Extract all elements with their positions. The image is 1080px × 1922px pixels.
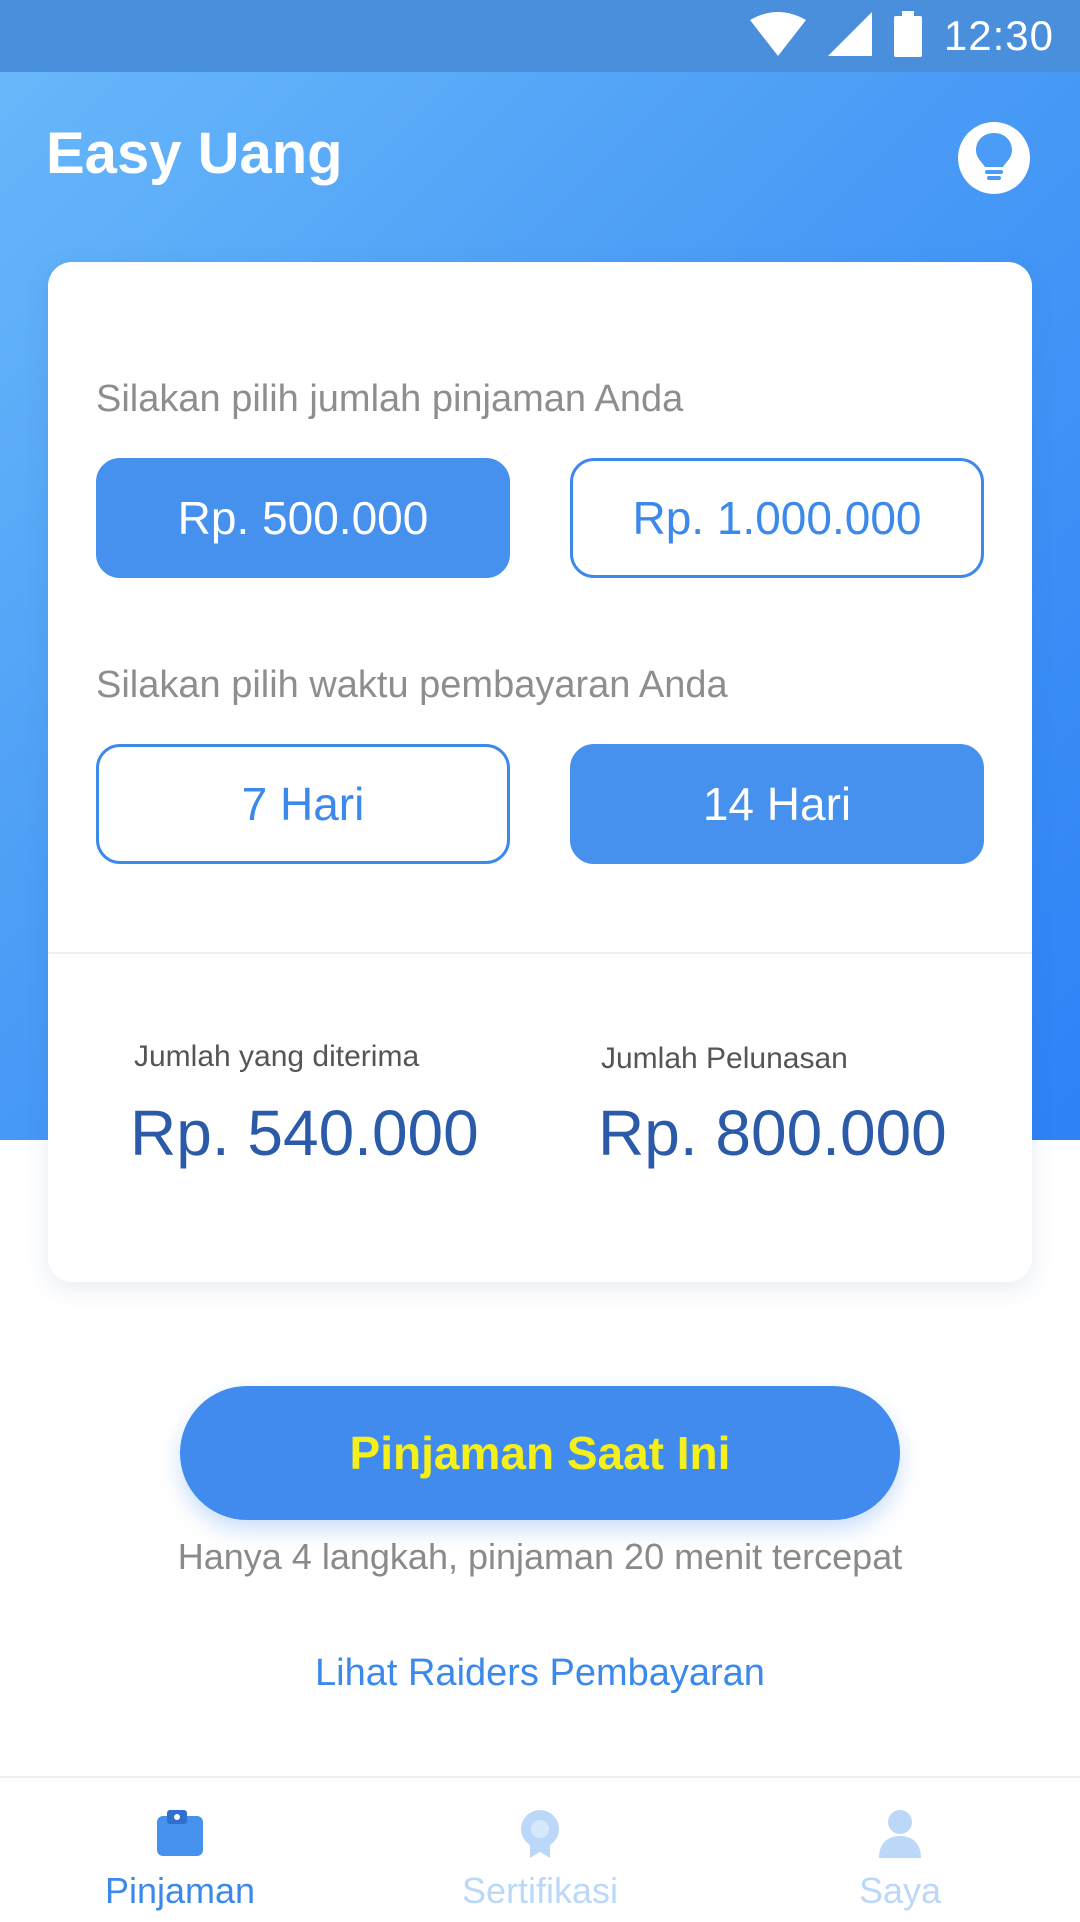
bottom-navigation: Pinjaman Sertifikasi Saya: [0, 1776, 1080, 1922]
nav-label-saya: Saya: [858, 1870, 942, 1911]
tips-button[interactable]: [958, 122, 1030, 194]
repayment-amount-label: Jumlah Pelunasan: [601, 1042, 848, 1075]
apply-loan-button[interactable]: Pinjaman Saat Ini: [180, 1386, 900, 1520]
amount-option-1000000[interactable]: Rp. 1.000.000: [570, 458, 984, 578]
received-amount-value: Rp. 540.000: [130, 1097, 479, 1169]
loan-calculator-card: Silakan pilih jumlah pinjaman Anda Rp. 5…: [48, 262, 1032, 1282]
term-option-14-days[interactable]: 14 Hari: [570, 744, 984, 864]
battery-icon: [893, 10, 922, 62]
term-prompt: Silakan pilih waktu pembayaran Anda: [96, 664, 728, 706]
amount-prompt: Silakan pilih jumlah pinjaman Anda: [96, 378, 684, 420]
nav-item-pinjaman[interactable]: Pinjaman: [0, 1778, 360, 1922]
certificate-icon: [515, 1808, 565, 1858]
wallet-icon: [155, 1808, 205, 1858]
card-divider: [48, 952, 1032, 954]
cta-subtitle: Hanya 4 langkah, pinjaman 20 menit terce…: [177, 1536, 903, 1577]
status-time: 12:30: [943, 12, 1054, 59]
repayment-amount-value: Rp. 800.000: [598, 1097, 947, 1169]
nav-label-sertifikasi: Sertifikasi: [461, 1870, 619, 1911]
user-icon: [875, 1808, 925, 1858]
nav-label-pinjaman: Pinjaman: [104, 1870, 256, 1911]
app-title: Easy Uang: [46, 121, 343, 186]
nav-item-saya[interactable]: Saya: [720, 1778, 1080, 1922]
status-bar: 12:30: [0, 0, 1080, 72]
amount-option-500000[interactable]: Rp. 500.000: [96, 458, 510, 578]
term-option-7-days[interactable]: 7 Hari: [96, 744, 510, 864]
lightbulb-icon: [974, 131, 1014, 186]
nav-item-sertifikasi[interactable]: Sertifikasi: [360, 1778, 720, 1922]
received-amount-label: Jumlah yang diterima: [134, 1040, 420, 1073]
repayment-guide-link[interactable]: Lihat Raiders Pembayaran: [0, 1652, 1080, 1695]
wifi-icon: [749, 11, 806, 61]
cellular-signal-icon: [827, 11, 872, 61]
